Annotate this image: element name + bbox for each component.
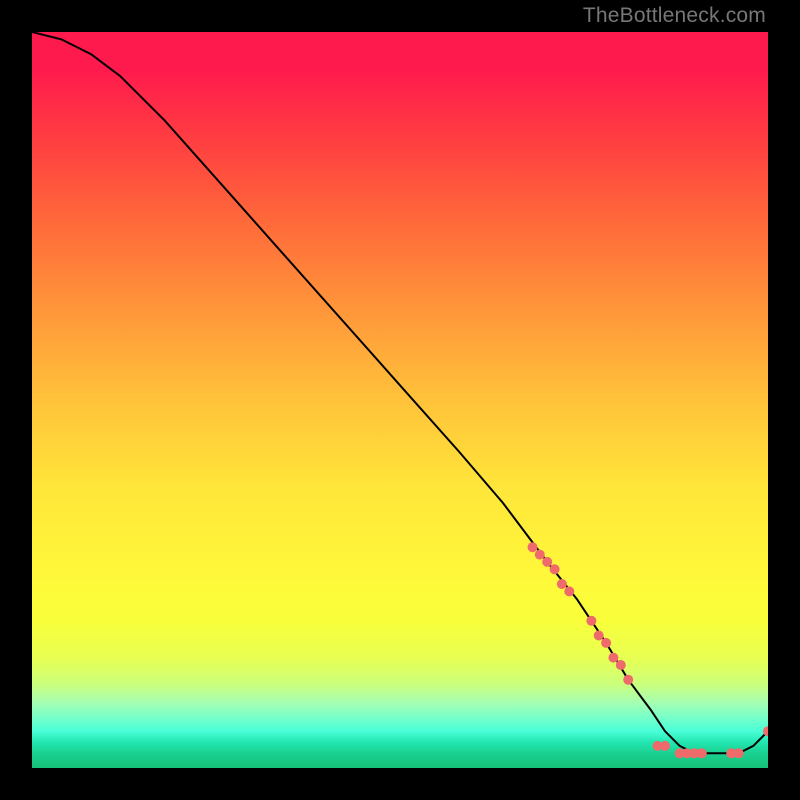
data-point bbox=[734, 748, 744, 758]
marker-group bbox=[528, 542, 769, 758]
chart-svg bbox=[32, 32, 768, 768]
line-curve bbox=[32, 32, 768, 753]
plot-area bbox=[32, 32, 768, 768]
data-point bbox=[528, 542, 538, 552]
chart-frame: TheBottleneck.com bbox=[0, 0, 800, 800]
data-point bbox=[601, 638, 611, 648]
data-point bbox=[697, 748, 707, 758]
data-point bbox=[542, 557, 552, 567]
data-point bbox=[608, 653, 618, 663]
data-point bbox=[660, 741, 670, 751]
data-point bbox=[594, 631, 604, 641]
data-point bbox=[564, 586, 574, 596]
data-point bbox=[623, 675, 633, 685]
data-point bbox=[535, 550, 545, 560]
watermark-text: TheBottleneck.com bbox=[583, 4, 766, 28]
data-point bbox=[557, 579, 567, 589]
data-point bbox=[586, 616, 596, 626]
data-point bbox=[550, 564, 560, 574]
data-point bbox=[616, 660, 626, 670]
